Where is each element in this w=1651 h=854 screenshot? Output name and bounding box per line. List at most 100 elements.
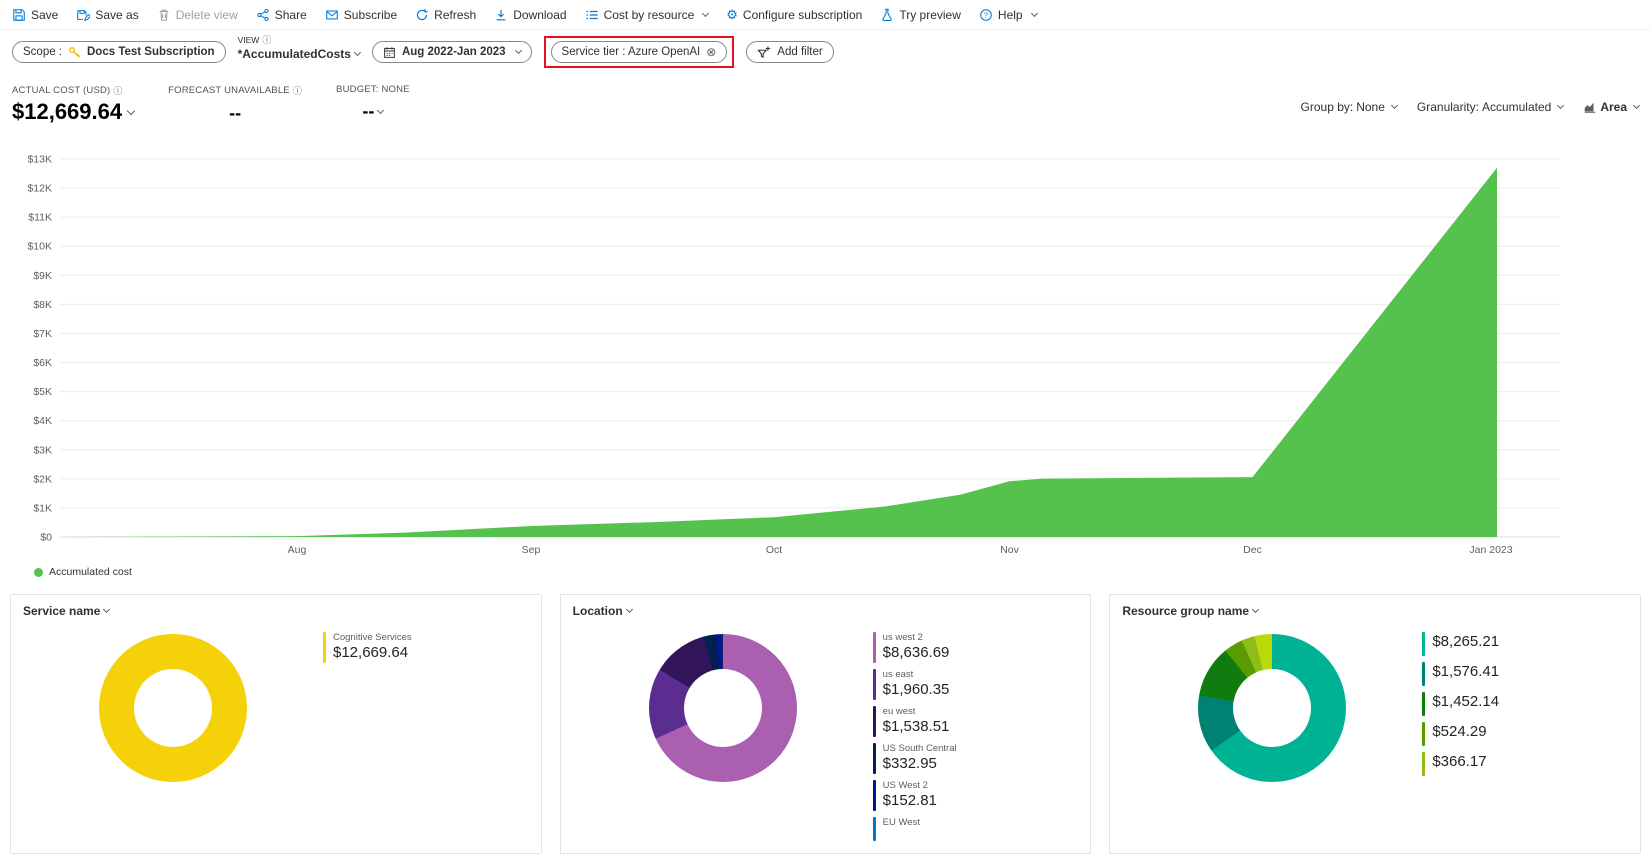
scope-pill[interactable]: Scope : Docs Test Subscription <box>12 41 226 63</box>
view-dropdown[interactable]: *AccumulatedCosts <box>237 47 362 61</box>
legend-color-bar <box>323 632 326 663</box>
chevron-down-icon <box>126 106 136 115</box>
share-icon <box>256 8 270 22</box>
legend-value: $1,576.41 <box>1432 663 1500 680</box>
view-label: VIEW <box>237 34 260 45</box>
date-range-value: Aug 2022-Jan 2023 <box>401 46 506 58</box>
refresh-button[interactable]: Refresh <box>415 8 476 22</box>
help-label: Help <box>997 7 1023 22</box>
chevron-down-icon <box>1252 605 1260 614</box>
granularity-dropdown[interactable]: Granularity: Accumulated <box>1417 100 1565 114</box>
subscribe-label: Subscribe <box>343 7 398 22</box>
legend-value: $524.29 <box>1432 723 1487 740</box>
legend-color-bar <box>872 743 876 774</box>
legend-name: US South Central <box>882 743 957 754</box>
kpi-forecast: FORECAST UNAVAILABLE ⓘ -- <box>168 84 302 124</box>
service-tier-filter-pill[interactable]: Service tier : Azure OpenAI ⊗ <box>550 41 728 63</box>
scope-value: Docs Test Subscription <box>87 46 215 58</box>
scope-label: Scope : <box>23 46 62 58</box>
actual-cost-dropdown[interactable]: $12,669.64 <box>12 99 136 125</box>
legend-value: $8,265.21 <box>1432 633 1500 650</box>
filter-bar: Scope : Docs Test Subscription VIEW ⓘ *A… <box>0 30 1651 78</box>
card-title: Service name <box>23 604 101 618</box>
add-filter-label: Add filter <box>777 46 823 58</box>
legend-name: EU West <box>882 817 920 828</box>
cost-by-resource-menu[interactable]: Cost by resource <box>585 8 710 22</box>
legend-item: US South Central $332.95 <box>872 743 957 774</box>
svg-text:$2K: $2K <box>33 473 52 485</box>
area-chart-icon <box>1583 100 1597 114</box>
legend-color-bar <box>872 669 876 700</box>
help-icon: ? <box>979 8 993 22</box>
kpi-budget: BUDGET: NONE -- <box>336 84 410 122</box>
svg-text:$6K: $6K <box>33 357 52 369</box>
try-preview-button[interactable]: Try preview <box>880 8 961 22</box>
subscribe-button[interactable]: Subscribe <box>325 8 397 22</box>
legend-item: eu west $1,538.51 <box>872 706 957 737</box>
svg-text:$3K: $3K <box>33 444 52 456</box>
download-button[interactable]: Download <box>494 7 567 22</box>
legend-item: $1,452.14 <box>1422 692 1499 716</box>
legend-value: $152.81 <box>882 792 937 809</box>
chart-section: $0 $1K $2K $3K $4K $5K $6K $7K $8K $9K $10K $11K $12… <box>0 147 1651 578</box>
info-icon: ⓘ <box>292 86 303 96</box>
legend-color-bar <box>1422 632 1426 656</box>
view-value: *AccumulatedCosts <box>237 47 351 61</box>
add-filter-button[interactable]: Add filter <box>746 41 834 63</box>
legend-color-bar <box>872 632 876 663</box>
share-button[interactable]: Share <box>256 8 307 22</box>
card-title: Resource group name <box>1122 604 1250 618</box>
save-icon <box>12 8 26 22</box>
list-icon <box>585 8 599 22</box>
legend-color-bar <box>1422 662 1426 686</box>
legend-value: $1,960.35 <box>882 681 950 698</box>
save-button[interactable]: Save <box>12 8 58 22</box>
chevron-down-icon <box>377 106 385 114</box>
resource-group-dropdown[interactable]: Resource group name <box>1122 604 1260 618</box>
trash-icon <box>157 8 171 22</box>
budget-dropdown[interactable]: -- <box>336 101 410 122</box>
legend-item: Cognitive Services $12,669.64 <box>323 632 412 663</box>
legend-item: $366.17 <box>1422 752 1499 776</box>
chart-type-dropdown[interactable]: Area <box>1583 100 1641 114</box>
legend-value: $1,452.14 <box>1432 693 1500 710</box>
service-name-dropdown[interactable]: Service name <box>23 604 111 618</box>
chart-controls: Group by: None Granularity: Accumulated … <box>1301 100 1641 114</box>
download-label: Download <box>513 7 567 22</box>
donut-chart <box>1198 634 1347 782</box>
delete-view-button[interactable]: Delete view <box>157 8 238 22</box>
legend-name: us west 2 <box>882 632 923 643</box>
kpi-row: ACTUAL COST (USD) ⓘ $12,669.64 FORECAST … <box>0 84 1651 125</box>
svg-text:$7K: $7K <box>33 328 52 340</box>
legend-item: $8,265.21 <box>1422 632 1499 656</box>
command-bar: Save Save as Delete view Share Subscribe… <box>0 0 1651 30</box>
view-selector: VIEW ⓘ *AccumulatedCosts <box>237 33 362 61</box>
save-as-button[interactable]: Save as <box>76 8 139 22</box>
resource-group-card: Resource group name $8,265.21 $1,576.41 $1… <box>1109 594 1642 854</box>
gear-icon: ⚙ <box>726 7 738 22</box>
chevron-down-icon <box>702 9 710 17</box>
legend-item: us west 2 $8,636.69 <box>872 632 957 663</box>
legend-value: $12,669.64 <box>333 644 409 661</box>
card-legend: $8,265.21 $1,576.41 $1,452.14 $524.29 $366.1… <box>1422 620 1499 782</box>
refresh-icon <box>415 8 429 22</box>
remove-filter-icon[interactable]: ⊗ <box>706 46 716 58</box>
svg-text:Oct: Oct <box>766 544 782 556</box>
chevron-down-icon <box>353 48 362 57</box>
try-preview-label: Try preview <box>899 7 961 22</box>
group-by-dropdown[interactable]: Group by: None <box>1301 100 1398 114</box>
location-dropdown[interactable]: Location <box>573 604 633 618</box>
configure-subscription-button[interactable]: ⚙ Configure subscription <box>726 8 862 22</box>
legend-item: us east $1,960.35 <box>872 669 957 700</box>
chevron-down-icon <box>1632 101 1641 110</box>
help-menu[interactable]: ? Help <box>979 7 1038 22</box>
legend-dot <box>34 567 43 577</box>
date-range-pill[interactable]: Aug 2022-Jan 2023 <box>371 41 532 63</box>
service-tier-filter-label: Service tier : Azure OpenAI <box>561 46 701 58</box>
legend-item: $1,576.41 <box>1422 662 1499 686</box>
legend-item: US West 2 $152.81 <box>872 780 957 811</box>
beaker-icon <box>880 8 894 22</box>
legend-value: $332.95 <box>882 755 937 772</box>
svg-text:$0: $0 <box>40 532 52 544</box>
actual-cost-value: $12,669.64 <box>12 99 123 124</box>
